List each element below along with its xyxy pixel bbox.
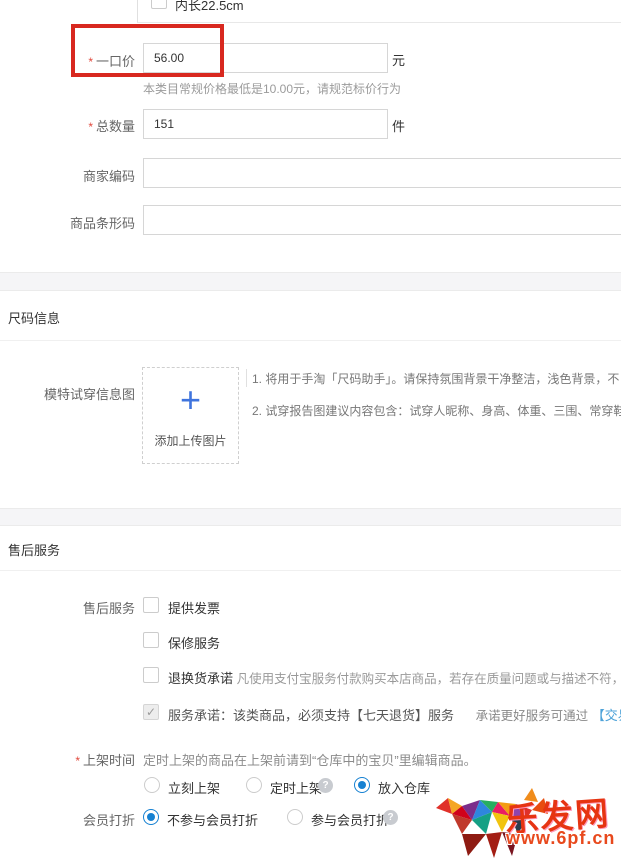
service-promise-checkbox: ✓	[143, 704, 159, 720]
radio-member-discount[interactable]	[287, 809, 303, 825]
upload-hint-line2: 2. 试穿报告图建议内容包含：试穿人昵称、身高、体重、三围、常穿鞋	[252, 402, 621, 419]
size-info-section-title: 尺码信息	[8, 308, 60, 327]
radio-no-member-discount-label: 不参与会员打折	[167, 810, 258, 829]
price-unit: 元	[392, 50, 405, 69]
price-hint: 本类目常规价格最低是10.00元，请规范标价行为	[143, 80, 401, 97]
radio-scheduled-label: 定时上架	[270, 778, 322, 797]
return-promise-label: 退换货承诺 凡使用支付宝服务付款购买本店商品，若存在质量问题或与描述不符，本店	[168, 668, 621, 687]
merchant-code-input[interactable]	[143, 158, 621, 188]
trade-contract-link[interactable]: 【交易合约】	[592, 708, 621, 723]
divider	[246, 369, 247, 387]
shelf-time-description: 定时上架的商品在上架前请到“仓库中的宝贝”里编辑商品。	[143, 750, 477, 769]
barcode-input[interactable]	[143, 205, 621, 235]
help-icon[interactable]: ?	[318, 778, 333, 793]
size-options-panel: 内长22.5cm	[137, 0, 621, 23]
radio-dot	[147, 813, 155, 821]
upload-hint-line1: 1. 将用于手淘「尺码助手」。请保持氛围背景干净整洁，浅色背景，不	[252, 370, 619, 387]
return-promise-checkbox[interactable]	[143, 667, 159, 683]
section-separator	[0, 272, 621, 291]
after-sales-section-title: 售后服务	[8, 540, 60, 559]
check-icon: ✓	[146, 706, 156, 718]
quantity-unit: 件	[392, 116, 405, 135]
required-asterisk: *	[75, 754, 80, 768]
invoice-checkbox[interactable]	[143, 597, 159, 613]
radio-warehouse[interactable]	[354, 777, 370, 793]
service-promise-suffix: 承诺更好服务可通过	[476, 709, 589, 723]
product-edit-form: 内长22.5cm *一口价 元 本类目常规价格最低是10.00元，请规范标价行为…	[0, 0, 621, 859]
section-separator	[0, 508, 621, 526]
member-discount-label: 会员打折	[0, 810, 135, 829]
size-option-checkbox[interactable]	[151, 0, 167, 9]
barcode-label: 商品条形码	[0, 213, 135, 232]
watermark-site-url: www.6pf.cn	[506, 828, 615, 849]
merchant-code-label: 商家编码	[0, 166, 135, 185]
required-asterisk: *	[88, 120, 93, 134]
help-icon[interactable]: ?	[383, 810, 398, 825]
price-input[interactable]	[143, 43, 388, 73]
radio-list-now[interactable]	[144, 777, 160, 793]
divider	[0, 340, 621, 341]
service-promise-label: 服务承诺：该类商品，必须支持【七天退货】服务 承诺更好服务可通过 【交易合约】	[168, 705, 621, 724]
radio-no-member-discount[interactable]	[143, 809, 159, 825]
return-promise-description: 凡使用支付宝服务付款购买本店商品，若存在质量问题或与描述不符，本店	[237, 672, 621, 686]
warranty-checkbox-label: 保修服务	[168, 633, 220, 652]
radio-warehouse-label: 放入仓库	[378, 778, 430, 797]
after-sales-group-label: 售后服务	[0, 598, 135, 617]
required-asterisk: *	[88, 55, 93, 69]
price-label: *一口价	[0, 51, 135, 70]
model-fit-label: 模特试穿信息图	[0, 384, 135, 403]
quantity-label: *总数量	[0, 116, 135, 135]
radio-scheduled[interactable]	[246, 777, 262, 793]
shelf-time-label: *上架时间	[0, 750, 135, 769]
size-option-label: 内长22.5cm	[175, 0, 244, 14]
plus-icon: +	[143, 382, 238, 418]
warranty-checkbox[interactable]	[143, 632, 159, 648]
radio-list-now-label: 立刻上架	[168, 778, 220, 797]
radio-dot	[358, 781, 366, 789]
divider	[0, 570, 621, 571]
radio-member-discount-label: 参与会员打折	[311, 810, 389, 829]
quantity-input[interactable]	[143, 109, 388, 139]
upload-button-label: 添加上传图片	[143, 432, 238, 449]
invoice-checkbox-label: 提供发票	[168, 598, 220, 617]
upload-image-button[interactable]: + 添加上传图片	[142, 367, 239, 464]
